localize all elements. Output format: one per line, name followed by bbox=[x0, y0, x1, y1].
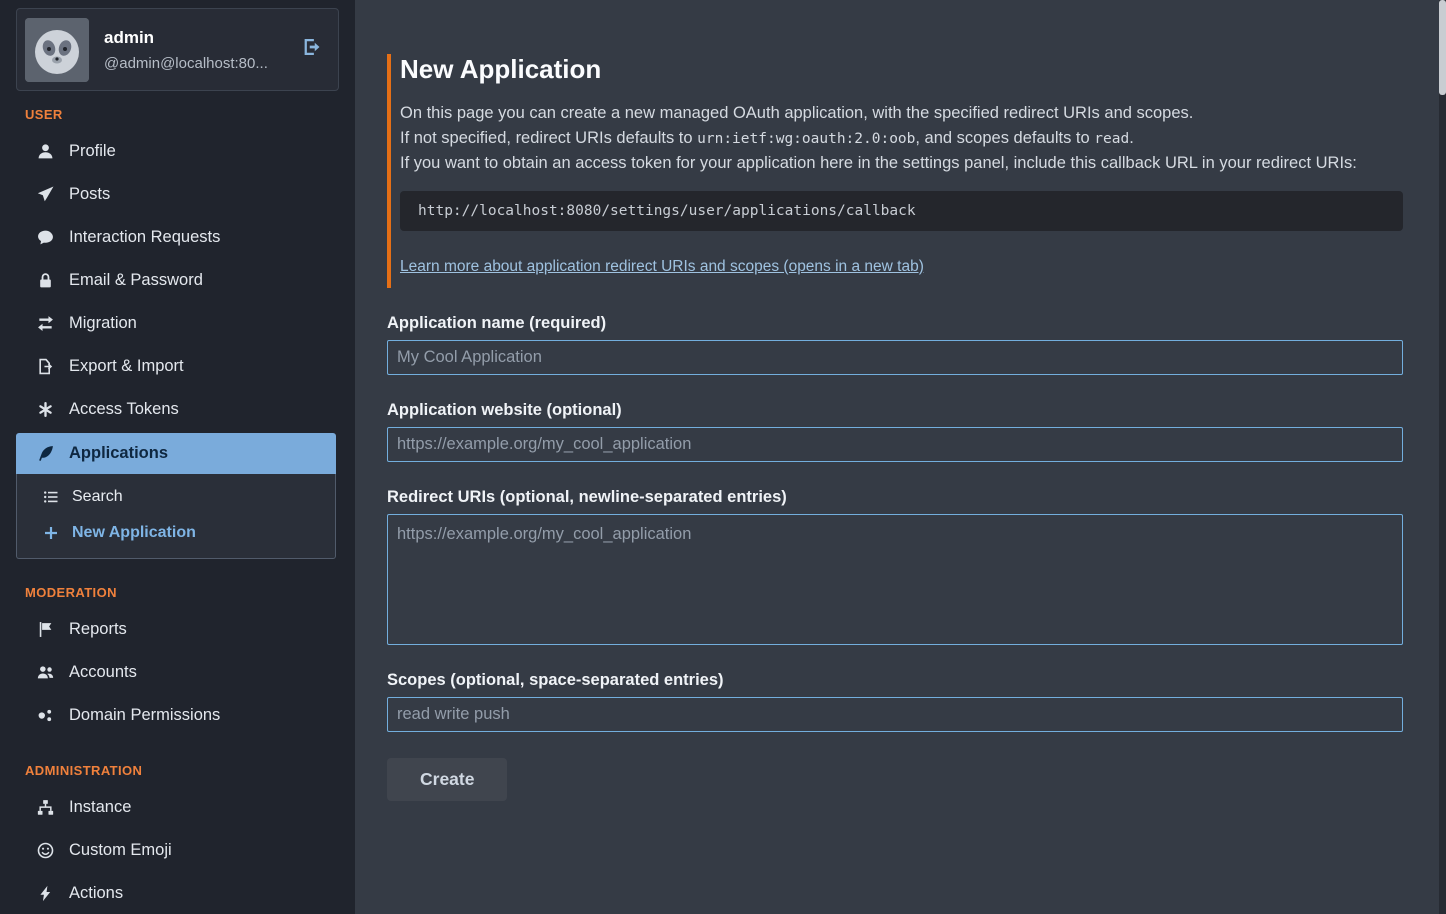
domain-permissions-icon bbox=[36, 707, 54, 724]
sidebar-item-domain-permissions[interactable]: Domain Permissions bbox=[0, 694, 355, 737]
sidebar-item-label: Email & Password bbox=[69, 270, 203, 291]
sidebar-item-label: Export & Import bbox=[69, 356, 184, 377]
application-name-label: Application name (required) bbox=[387, 314, 1403, 333]
application-website-input[interactable] bbox=[387, 427, 1403, 462]
applications-submenu: Search New Application bbox=[16, 474, 336, 559]
users-icon bbox=[36, 664, 54, 681]
sidebar-item-migration[interactable]: Migration bbox=[0, 302, 355, 345]
sidebar-subitem-search[interactable]: Search bbox=[17, 479, 335, 515]
scopes-field: Scopes (optional, space-separated entrie… bbox=[387, 671, 1403, 732]
sidebar-subitem-new-application[interactable]: New Application bbox=[17, 515, 335, 551]
list-icon bbox=[43, 489, 59, 506]
avatar bbox=[25, 18, 89, 82]
sidebar-item-label: Migration bbox=[69, 313, 137, 334]
sidebar-item-instance[interactable]: Instance bbox=[0, 786, 355, 829]
oob-code: urn:ietf:wg:oauth:2.0:oob bbox=[697, 131, 915, 147]
sidebar-item-profile[interactable]: Profile bbox=[0, 130, 355, 173]
sidebar-item-accounts[interactable]: Accounts bbox=[0, 651, 355, 694]
new-application-intro: New Application On this page you can cre… bbox=[387, 54, 1403, 288]
sidebar-item-applications[interactable]: Applications bbox=[16, 433, 336, 474]
exchange-arrows-icon bbox=[36, 315, 54, 332]
section-header-administration: ADMINISTRATION bbox=[25, 763, 355, 778]
sidebar-item-label: Profile bbox=[69, 141, 116, 162]
sidebar-item-email-password[interactable]: Email & Password bbox=[0, 259, 355, 302]
sidebar-item-label: Reports bbox=[69, 619, 127, 640]
page-title: New Application bbox=[400, 54, 1403, 85]
main-content: New Application On this page you can cre… bbox=[355, 0, 1446, 914]
sidebar-item-actions[interactable]: Actions bbox=[0, 872, 355, 914]
plus-icon bbox=[43, 525, 59, 542]
create-button[interactable]: Create bbox=[387, 758, 507, 801]
application-website-field: Application website (optional) bbox=[387, 401, 1403, 462]
sidebar-item-label: Access Tokens bbox=[69, 399, 179, 420]
sidebar: admin @admin@localhost:80... USER Profil… bbox=[0, 0, 355, 914]
intro-line-2: If not specified, redirect URIs defaults… bbox=[400, 126, 1403, 152]
scrollbar-thumb[interactable] bbox=[1439, 0, 1446, 95]
bolt-icon bbox=[36, 885, 54, 902]
sidebar-item-custom-emoji[interactable]: Custom Emoji bbox=[0, 829, 355, 872]
sidebar-item-access-tokens[interactable]: Access Tokens bbox=[0, 388, 355, 431]
scopes-label: Scopes (optional, space-separated entrie… bbox=[387, 671, 1403, 690]
scopes-input[interactable] bbox=[387, 697, 1403, 732]
section-header-moderation: MODERATION bbox=[25, 585, 355, 600]
sidebar-item-label: Posts bbox=[69, 184, 110, 205]
redirect-uris-field: Redirect URIs (optional, newline-separat… bbox=[387, 488, 1403, 645]
scrollbar-track[interactable] bbox=[1439, 0, 1446, 914]
applications-group: Applications Search New Application bbox=[16, 433, 336, 559]
settings-app: admin @admin@localhost:80... USER Profil… bbox=[0, 0, 1446, 914]
user-info: admin @admin@localhost:80... bbox=[104, 28, 287, 72]
paper-plane-icon bbox=[36, 186, 54, 203]
callback-url-codeblock: http://localhost:8080/settings/user/appl… bbox=[400, 191, 1403, 231]
sign-out-icon[interactable] bbox=[302, 37, 322, 62]
lock-icon bbox=[36, 272, 54, 289]
feather-icon bbox=[36, 445, 54, 462]
learn-more-link[interactable]: Learn more about application redirect UR… bbox=[400, 258, 924, 275]
sidebar-item-label: Accounts bbox=[69, 662, 137, 683]
sidebar-item-posts[interactable]: Posts bbox=[0, 173, 355, 216]
sidebar-item-label: Interaction Requests bbox=[69, 227, 220, 248]
read-code: read bbox=[1094, 131, 1129, 147]
sidebar-item-label: Actions bbox=[69, 883, 123, 904]
application-name-field: Application name (required) bbox=[387, 314, 1403, 375]
application-website-label: Application website (optional) bbox=[387, 401, 1403, 420]
redirect-uris-label: Redirect URIs (optional, newline-separat… bbox=[387, 488, 1403, 507]
sitemap-icon bbox=[36, 799, 54, 816]
user-icon bbox=[36, 143, 54, 160]
username: admin bbox=[104, 28, 287, 48]
certificate-icon bbox=[36, 401, 54, 418]
sidebar-item-label: Custom Emoji bbox=[69, 840, 172, 861]
sidebar-item-interaction-requests[interactable]: Interaction Requests bbox=[0, 216, 355, 259]
redirect-uris-textarea[interactable] bbox=[387, 514, 1403, 645]
user-card[interactable]: admin @admin@localhost:80... bbox=[16, 8, 339, 91]
user-handle: @admin@localhost:80... bbox=[104, 55, 287, 72]
section-header-user: USER bbox=[25, 107, 355, 122]
sidebar-subitem-label: New Application bbox=[72, 524, 196, 542]
intro-line-3: If you want to obtain an access token fo… bbox=[400, 151, 1403, 176]
sidebar-item-label: Instance bbox=[69, 797, 131, 818]
sidebar-subitem-label: Search bbox=[72, 488, 123, 506]
intro-line-1: On this page you can create a new manage… bbox=[400, 101, 1403, 126]
smiley-icon bbox=[36, 842, 54, 859]
comment-icon bbox=[36, 229, 54, 246]
sidebar-item-label: Applications bbox=[69, 443, 168, 464]
application-name-input[interactable] bbox=[387, 340, 1403, 375]
file-export-icon bbox=[36, 358, 54, 375]
flag-icon bbox=[36, 621, 54, 638]
sidebar-item-label: Domain Permissions bbox=[69, 705, 220, 726]
sidebar-item-export-import[interactable]: Export & Import bbox=[0, 345, 355, 388]
sidebar-item-reports[interactable]: Reports bbox=[0, 608, 355, 651]
